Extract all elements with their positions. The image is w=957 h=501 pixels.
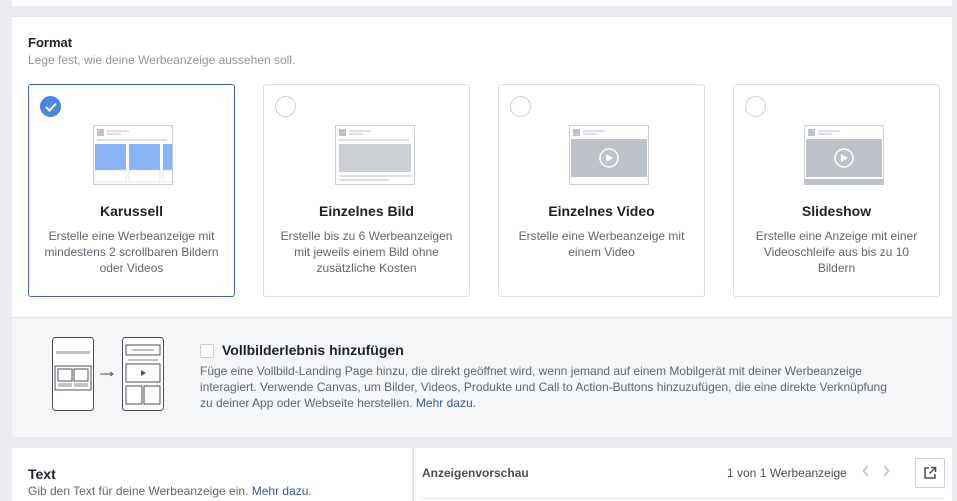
- preview-title: Anzeigenvorschau: [422, 466, 529, 480]
- fullscreen-experience-section: Vollbilderlebnis hinzufügen Füge eine Vo…: [12, 317, 952, 437]
- text-subtitle-text: Gib den Text für deine Werbeanzeige ein.: [28, 484, 249, 498]
- option-description: Erstelle eine Werbeanzeige mit mindesten…: [44, 229, 219, 275]
- fullscreen-label[interactable]: Vollbilderlebnis hinzufügen: [222, 342, 404, 358]
- open-preview-button[interactable]: [915, 458, 945, 488]
- format-section: Format Lege fest, wie deine Werbeanzeige…: [12, 17, 952, 437]
- text-section: Text Gib den Text für deine Werbeanzeige…: [12, 448, 412, 501]
- fullscreen-checkbox[interactable]: [200, 344, 214, 358]
- chevron-left-icon[interactable]: [858, 464, 874, 482]
- option-title: Slideshow: [801, 203, 872, 219]
- fullscreen-illustration-icon: [52, 337, 164, 411]
- ad-preview-section: Anzeigenvorschau 1 von 1 Werbeanzeige: [413, 448, 952, 501]
- format-title: Format: [28, 35, 73, 50]
- single-image-thumbnail-icon: [335, 125, 415, 185]
- external-link-icon: [924, 466, 937, 479]
- single-video-thumbnail-icon: [569, 125, 649, 185]
- previous-panel-edge: [12, 0, 952, 6]
- option-description: Erstelle bis zu 6 Werbeanzeigen mit jewe…: [280, 229, 453, 275]
- preview-count: 1 von 1 Werbeanzeige: [727, 466, 847, 480]
- format-option-single-video[interactable]: Einzelnes Video Erstelle eine Werbeanzei…: [498, 84, 705, 297]
- option-title: Einzelnes Video: [548, 203, 655, 219]
- option-title: Einzelnes Bild: [319, 203, 414, 219]
- text-learn-more-link[interactable]: Mehr dazu.: [252, 484, 312, 498]
- format-option-carousel[interactable]: Karussell Erstelle eine Werbeanzeige mit…: [28, 84, 235, 297]
- option-description: Erstelle eine Anzeige mit einer Videosch…: [755, 229, 918, 275]
- radio-slideshow[interactable]: [745, 96, 766, 117]
- checkmark-icon: [45, 102, 57, 112]
- carousel-thumbnail-icon: [93, 125, 173, 185]
- format-subtitle: Lege fest, wie deine Werbeanzeige ausseh…: [28, 53, 296, 67]
- option-title: Karussell: [99, 203, 164, 219]
- radio-single-image[interactable]: [275, 96, 296, 117]
- fullscreen-learn-more-link[interactable]: Mehr dazu.: [416, 396, 476, 410]
- text-title: Text: [28, 466, 56, 482]
- option-description: Erstelle eine Werbeanzeige mit einem Vid…: [518, 229, 685, 259]
- preview-divider: [422, 498, 944, 499]
- fullscreen-description: Füge eine Vollbild-Landing Page hinzu, d…: [200, 363, 900, 411]
- slideshow-thumbnail-icon: [804, 125, 884, 185]
- radio-carousel[interactable]: [40, 96, 61, 117]
- radio-single-video[interactable]: [510, 96, 531, 117]
- fullscreen-description-text: Füge eine Vollbild-Landing Page hinzu, d…: [200, 364, 887, 410]
- text-subtitle: Gib den Text für deine Werbeanzeige ein.…: [28, 484, 312, 498]
- format-option-single-image[interactable]: Einzelnes Bild Erstelle bis zu 6 Werbean…: [263, 84, 470, 297]
- chevron-right-icon[interactable]: [878, 464, 894, 482]
- format-option-slideshow[interactable]: Slideshow Erstelle eine Anzeige mit eine…: [733, 84, 940, 297]
